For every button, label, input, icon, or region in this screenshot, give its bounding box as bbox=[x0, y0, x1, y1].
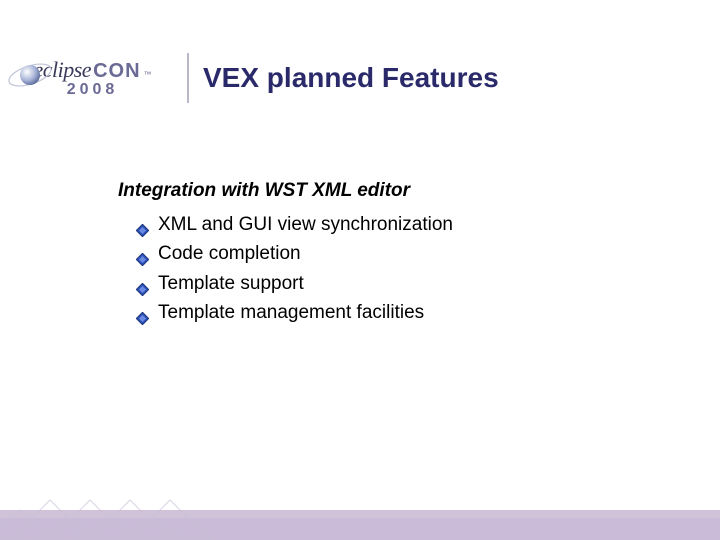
slide-content: Integration with WST XML editor XML and … bbox=[118, 180, 638, 328]
eclipsecon-logo: eclipse CON ™ 2008 bbox=[0, 49, 185, 107]
list-item: Template management facilities bbox=[136, 298, 638, 327]
vertical-divider bbox=[187, 53, 189, 103]
list-item-text: Template support bbox=[158, 273, 304, 294]
list-item-text: Code completion bbox=[158, 243, 301, 264]
list-item: XML and GUI view synchronization bbox=[136, 210, 638, 239]
diamond-bullet-icon bbox=[136, 217, 149, 230]
slide-title: VEX planned Features bbox=[203, 62, 499, 94]
footer-decoration bbox=[0, 470, 720, 540]
diamond-bullet-icon bbox=[136, 276, 149, 289]
slide-header: eclipse CON ™ 2008 VEX planned Features bbox=[0, 48, 720, 108]
content-subheading: Integration with WST XML editor bbox=[118, 180, 638, 202]
list-item-text: Template management facilities bbox=[158, 302, 424, 323]
logo-trademark: ™ bbox=[144, 70, 152, 79]
list-item-text: XML and GUI view synchronization bbox=[158, 214, 453, 235]
diamond-bullet-icon bbox=[136, 246, 149, 259]
logo-text-con: CON bbox=[93, 60, 140, 83]
logo-year: 2008 bbox=[67, 81, 119, 99]
list-item: Code completion bbox=[136, 239, 638, 268]
orbit-icon bbox=[6, 51, 54, 99]
bullet-list: XML and GUI view synchronization Code co… bbox=[118, 210, 638, 328]
list-item: Template support bbox=[136, 269, 638, 298]
diamond-bullet-icon bbox=[136, 305, 149, 318]
